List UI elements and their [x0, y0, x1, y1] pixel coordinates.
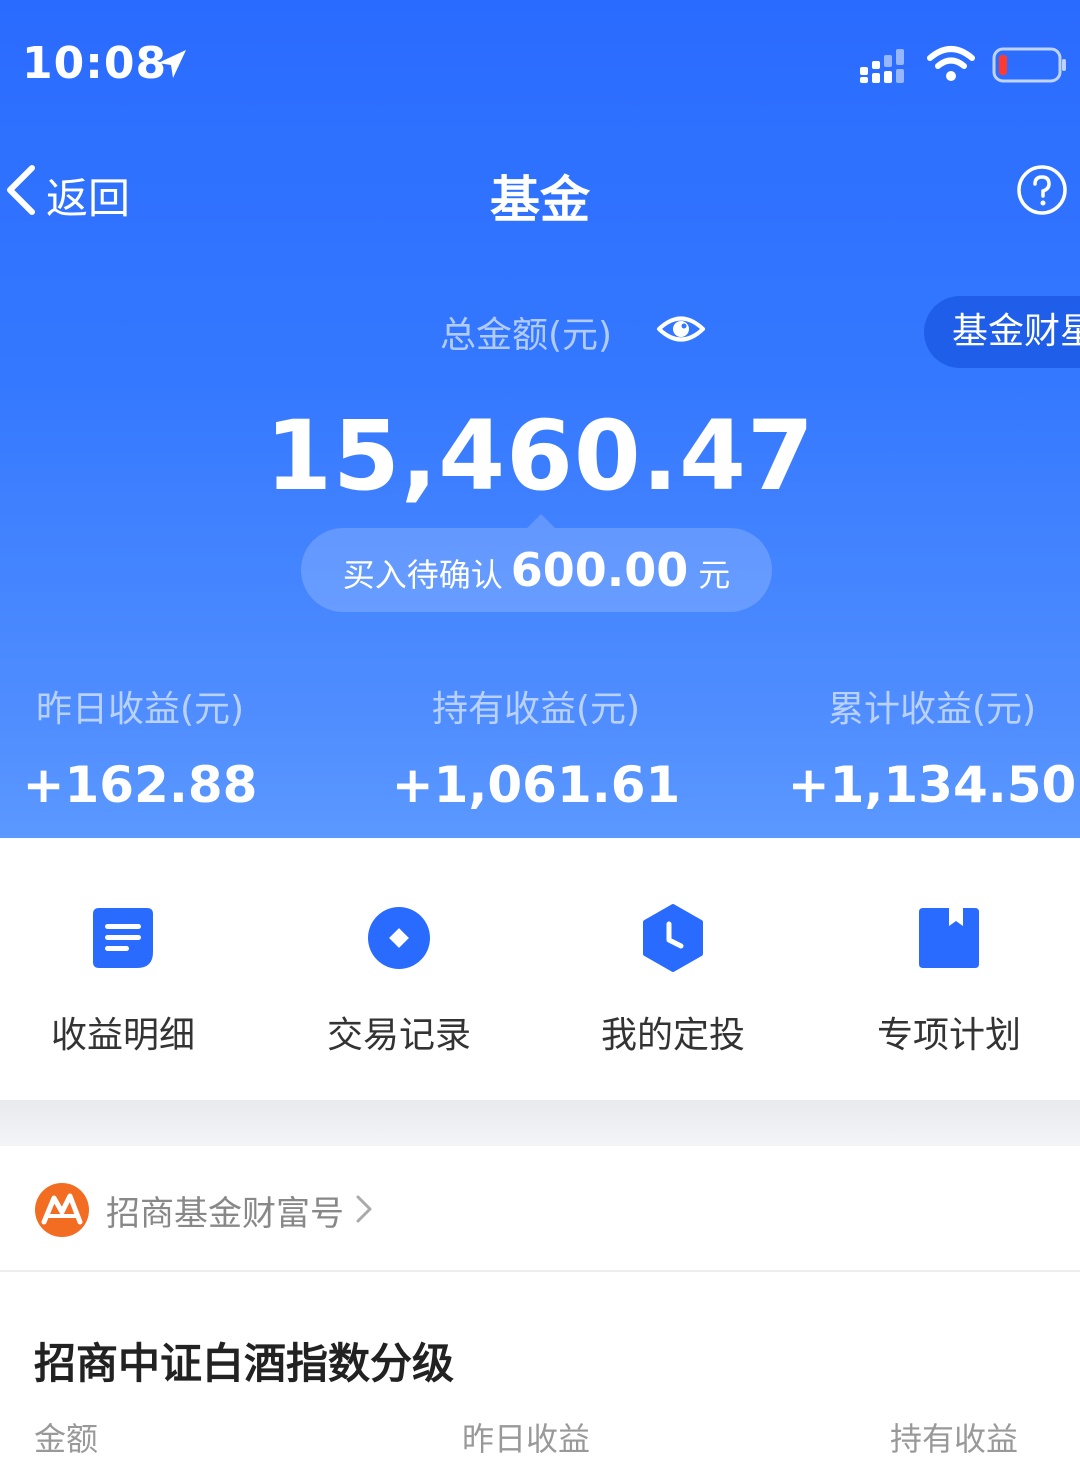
signal-icon [860, 49, 904, 83]
section-divider [0, 1100, 1080, 1146]
header-section: 10:08 返回 基金 总金额(元) 基金财星 15,460.47 买入待确认 … [0, 0, 1080, 838]
pending-purchase-badge[interactable]: 买入待确认 600.00 元 [301, 514, 772, 612]
pending-unit: 元 [698, 556, 731, 594]
action-transaction-records[interactable]: 交易记录 [264, 904, 534, 1058]
brand-logo-icon [35, 1183, 89, 1237]
pending-label: 买入待确认 [342, 556, 503, 594]
total-amount: 15,460.47 [265, 400, 815, 512]
stat-label: 持有收益(元) [431, 689, 641, 730]
pending-amount: 600.00 [510, 543, 689, 597]
brand-label: 招商基金财富号 [106, 1194, 344, 1234]
stat-label: 昨日收益(元) [35, 689, 245, 730]
column-header-holding: 持有收益 [890, 1420, 1019, 1458]
stat-value: +162.88 [22, 756, 258, 814]
action-label: 交易记录 [326, 1015, 471, 1056]
page-title: 基金 [490, 171, 590, 229]
help-icon[interactable] [1016, 164, 1068, 216]
stat-yesterday-earnings[interactable]: 昨日收益(元) +162.88 [0, 680, 320, 814]
bookmark-icon [919, 908, 979, 968]
stat-cumulative-earnings[interactable]: 累计收益(元) +1,134.50 [752, 680, 1080, 814]
action-my-auto-invest[interactable]: 我的定投 [538, 904, 808, 1058]
action-special-plan[interactable]: 专项计划 [814, 904, 1080, 1058]
column-header-yesterday: 昨日收益 [462, 1420, 591, 1458]
record-icon [368, 907, 430, 969]
fund-wealth-button[interactable]: 基金财星 [924, 296, 1080, 368]
column-header-amount: 金额 [34, 1420, 99, 1458]
clock-icon [643, 904, 703, 972]
action-label: 收益明细 [50, 1015, 195, 1056]
eye-icon[interactable] [656, 310, 706, 348]
action-label: 专项计划 [876, 1015, 1021, 1056]
chevron-right-icon [356, 1195, 372, 1223]
location-arrow-icon [158, 50, 186, 78]
total-amount-label: 总金额(元) [440, 315, 613, 356]
document-icon [93, 908, 153, 968]
action-earnings-detail[interactable]: 收益明细 [0, 904, 258, 1058]
stat-value: +1,061.61 [391, 756, 681, 814]
wifi-icon [927, 46, 975, 81]
battery-icon [992, 47, 1066, 83]
stat-holding-earnings[interactable]: 持有收益(元) +1,061.61 [356, 680, 716, 814]
brand-row[interactable]: 招商基金财富号 [0, 1146, 1080, 1272]
stat-value: +1,134.50 [787, 756, 1077, 814]
action-label: 我的定投 [600, 1015, 745, 1056]
status-time: 10:08 [22, 38, 168, 89]
stat-label: 累计收益(元) [827, 689, 1037, 730]
quick-actions: 收益明细 交易记录 我的定投 专项计划 [0, 838, 1080, 1100]
fund-name[interactable]: 招商中证白酒指数分级 [34, 1330, 454, 1391]
